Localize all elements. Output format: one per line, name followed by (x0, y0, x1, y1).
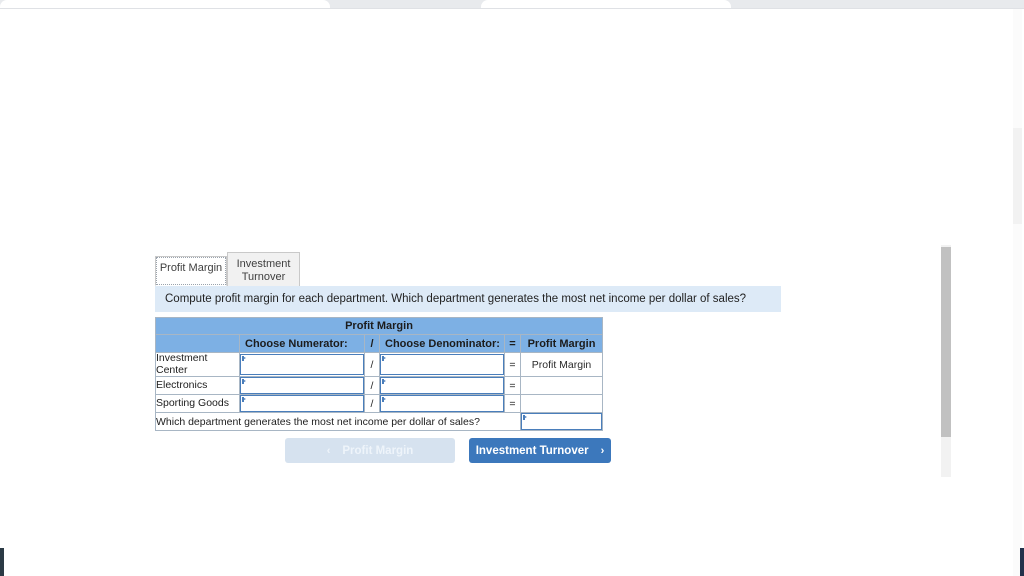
table-row: Sporting Goods / = (155, 394, 604, 413)
table-title: Profit Margin (154, 317, 604, 335)
navigation-bar: ‹ Profit Margin Investment Turnover › (285, 438, 785, 463)
numerator-cell-investment-center (239, 352, 365, 377)
page-scrollbar-thumb[interactable] (1013, 128, 1022, 224)
chevron-left-icon: ‹ (326, 444, 331, 457)
column-header-result: Profit Margin (519, 334, 604, 353)
denominator-select-investment-center[interactable] (380, 354, 504, 375)
result-sporting-goods (519, 394, 604, 413)
tab-investment-turnover-label: Investment Turnover (236, 258, 291, 283)
table-footer-row: Which department generates the most net … (155, 412, 604, 431)
chevron-right-icon: › (600, 444, 605, 457)
inner-scrollbar-thumb[interactable] (941, 247, 951, 437)
column-header-equals: = (504, 334, 521, 353)
table-row: Investment Center / = Profit Margin (155, 352, 604, 377)
tab-profit-margin-label: Profit Margin (159, 262, 223, 274)
column-header-numerator: Choose Numerator: (239, 334, 365, 353)
denominator-cell-sporting-goods (379, 394, 505, 413)
denominator-cell-electronics (379, 376, 505, 395)
numerator-select-sporting-goods[interactable] (240, 395, 364, 412)
page-scrollbar-track[interactable] (1013, 9, 1022, 576)
browser-chrome-strip (0, 0, 1024, 8)
numerator-select-investment-center[interactable] (240, 354, 364, 375)
numerator-cell-electronics (239, 376, 365, 395)
table-row: Electronics / = (155, 376, 604, 395)
tab-profit-margin[interactable]: Profit Margin (155, 256, 227, 286)
denominator-select-sporting-goods[interactable] (380, 395, 504, 412)
result-electronics (519, 376, 604, 395)
exercise-widget: Profit Margin Investment Turnover Comput… (154, 252, 781, 463)
denominator-cell-investment-center (379, 352, 505, 377)
row-label-investment-center: Investment Center (155, 352, 240, 377)
equals-sporting-goods: = (504, 394, 521, 413)
tab-strip: Profit Margin Investment Turnover (155, 252, 781, 287)
profit-margin-table: Profit Margin Choose Numerator: / Choose… (154, 317, 604, 431)
equals-electronics: = (504, 376, 521, 395)
next-button-label: Investment Turnover (475, 444, 589, 457)
column-header-denominator: Choose Denominator: (379, 334, 505, 353)
next-investment-turnover-button[interactable]: Investment Turnover › (469, 438, 611, 463)
row-label-sporting-goods: Sporting Goods (155, 394, 240, 413)
equals-investment-center: = (504, 352, 521, 377)
footer-answer-cell (519, 412, 604, 431)
column-header-department (155, 334, 240, 353)
profit-margin-table-wrapper: Profit Margin Choose Numerator: / Choose… (154, 317, 604, 431)
denominator-select-electronics[interactable] (380, 377, 504, 394)
footer-question: Which department generates the most net … (155, 412, 521, 431)
row-label-electronics: Electronics (155, 376, 240, 395)
browser-tab-2[interactable] (481, 0, 731, 8)
table-header-row: Choose Numerator: / Choose Denominator: … (155, 334, 604, 353)
instruction-text: Compute profit margin for each departmen… (165, 293, 747, 305)
footer-answer-select[interactable] (521, 413, 603, 430)
window-frame-left (0, 548, 4, 576)
numerator-cell-sporting-goods (239, 394, 365, 413)
window-frame-right (1020, 548, 1024, 576)
result-investment-center: Profit Margin (519, 352, 604, 377)
divider-electronics: / (364, 376, 380, 395)
page-viewport: Profit Margin Investment Turnover Comput… (0, 8, 1024, 576)
browser-tab-1[interactable] (0, 0, 330, 8)
tab-investment-turnover[interactable]: Investment Turnover (227, 252, 300, 287)
prev-profit-margin-button[interactable]: ‹ Profit Margin (285, 438, 455, 463)
column-header-divider: / (364, 334, 380, 353)
divider-sporting-goods: / (364, 394, 380, 413)
prev-button-label: Profit Margin (342, 444, 414, 457)
instruction-bar: Compute profit margin for each departmen… (155, 286, 781, 312)
divider-investment-center: / (364, 352, 380, 377)
table-title-row: Profit Margin (154, 317, 604, 335)
numerator-select-electronics[interactable] (240, 377, 364, 394)
